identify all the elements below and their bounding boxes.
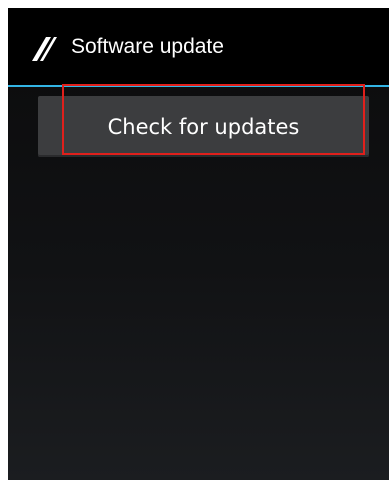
device-screen: Software update Check for updates: [8, 8, 389, 480]
action-bar: Software update: [8, 8, 389, 87]
check-for-updates-label: Check for updates: [107, 114, 300, 139]
action-bar-divider: [8, 85, 389, 87]
check-for-updates-button[interactable]: Check for updates: [38, 96, 369, 157]
pencil-stripe-icon[interactable]: [24, 28, 64, 68]
page-title: Software update: [71, 35, 224, 58]
